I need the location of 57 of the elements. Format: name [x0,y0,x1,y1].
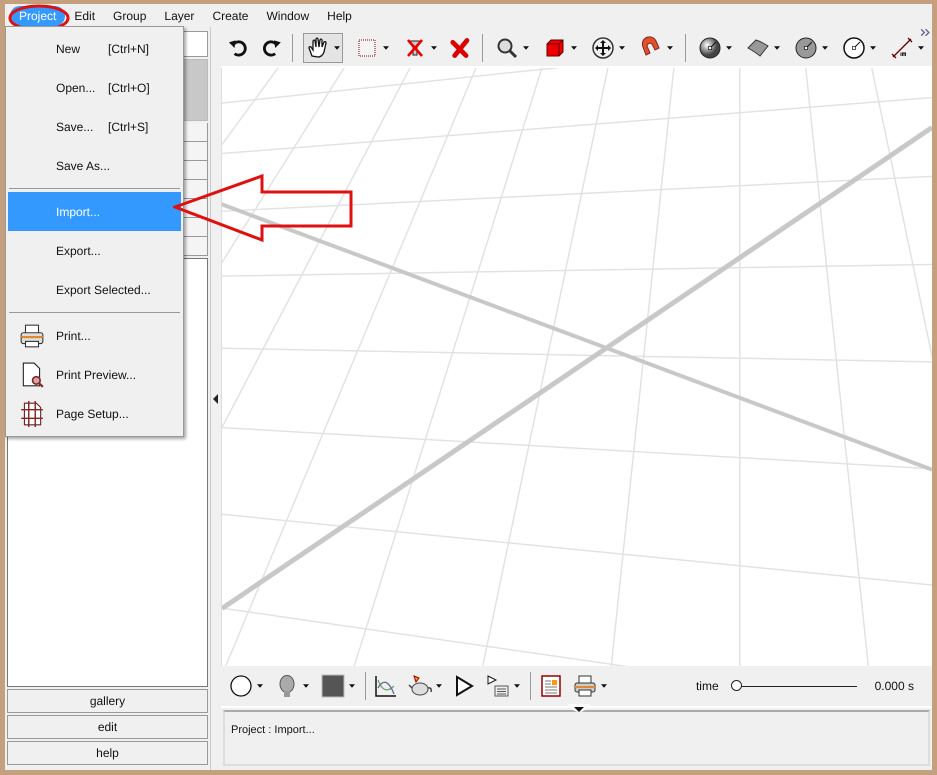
delete-icon[interactable] [449,36,472,60]
menu-item[interactable]: Help [318,6,361,26]
menu-item[interactable]: Window [257,6,318,26]
circle-icon[interactable] [229,674,253,698]
teapot-icon[interactable] [408,674,432,698]
disc-icon[interactable] [794,36,818,60]
panel-button[interactable]: gallery [7,689,208,713]
dropdown-caret-icon[interactable] [523,46,530,50]
dropdown-caret-icon[interactable] [349,684,355,688]
dropdown-caret-icon[interactable] [667,46,674,50]
menu-item[interactable]: Layer [155,6,204,26]
slider-thumb[interactable] [730,680,742,691]
dropdown-caret-icon[interactable] [514,684,520,688]
dropdown-caret-icon[interactable] [601,684,607,688]
dropdown-caret-icon[interactable] [571,46,578,50]
menu-item[interactable]: Group [104,6,156,26]
menu-option[interactable]: Export... [8,231,181,270]
panel-button[interactable]: help [7,741,208,765]
menu-option[interactable]: Print... [8,316,181,355]
dropdown-caret-icon[interactable] [431,46,438,50]
menu-item[interactable]: Create [203,6,258,26]
dropdown-caret-icon[interactable] [257,684,263,688]
menu-option[interactable]: New [Ctrl+N] [8,29,181,68]
dropdown-caret-icon[interactable] [774,46,780,50]
report-icon[interactable] [539,674,563,698]
play-list-icon[interactable] [486,674,510,698]
dropdown-caret-icon[interactable] [619,46,626,50]
printer-icon[interactable] [573,674,597,698]
dropdown-caret-icon[interactable] [822,46,828,50]
overflow-icon[interactable] [921,29,930,36]
menu-option[interactable]: Save As... [8,146,181,185]
menu-item[interactable]: Edit [65,6,104,26]
menu-option[interactable]: Save... [Ctrl+S] [8,107,181,146]
move-icon[interactable] [591,36,616,60]
dropdown-caret-icon[interactable] [726,46,732,50]
circle-radius-icon[interactable] [842,36,866,60]
measure-icon[interactable] [890,36,914,60]
menu-option[interactable]: Page Setup... [8,394,181,433]
page-grid-icon [19,400,45,426]
panel-button[interactable]: edit [7,715,208,739]
dropdown-caret-icon[interactable] [436,684,442,688]
time-label: time [696,679,719,693]
time-value: 0.000 s [874,679,914,693]
graph-icon[interactable] [374,674,398,698]
menu-option[interactable]: Print Preview... [8,355,181,394]
dropdown-caret-icon[interactable] [303,684,309,688]
dropdown-caret-icon[interactable] [918,46,924,50]
dropdown-caret-icon[interactable] [870,46,876,50]
zoom-icon[interactable] [495,36,520,60]
status-text: Project : Import... [231,724,315,736]
dropdown-caret-icon[interactable] [334,46,340,50]
printer-icon [19,322,45,348]
menu-option[interactable]: Export Selected... [8,270,181,309]
menu-option[interactable]: Open... [Ctrl+O] [8,68,181,107]
dropdown-caret-icon[interactable] [383,46,390,50]
color-swatch-icon[interactable] [321,674,345,698]
sphere-icon[interactable] [698,36,722,60]
